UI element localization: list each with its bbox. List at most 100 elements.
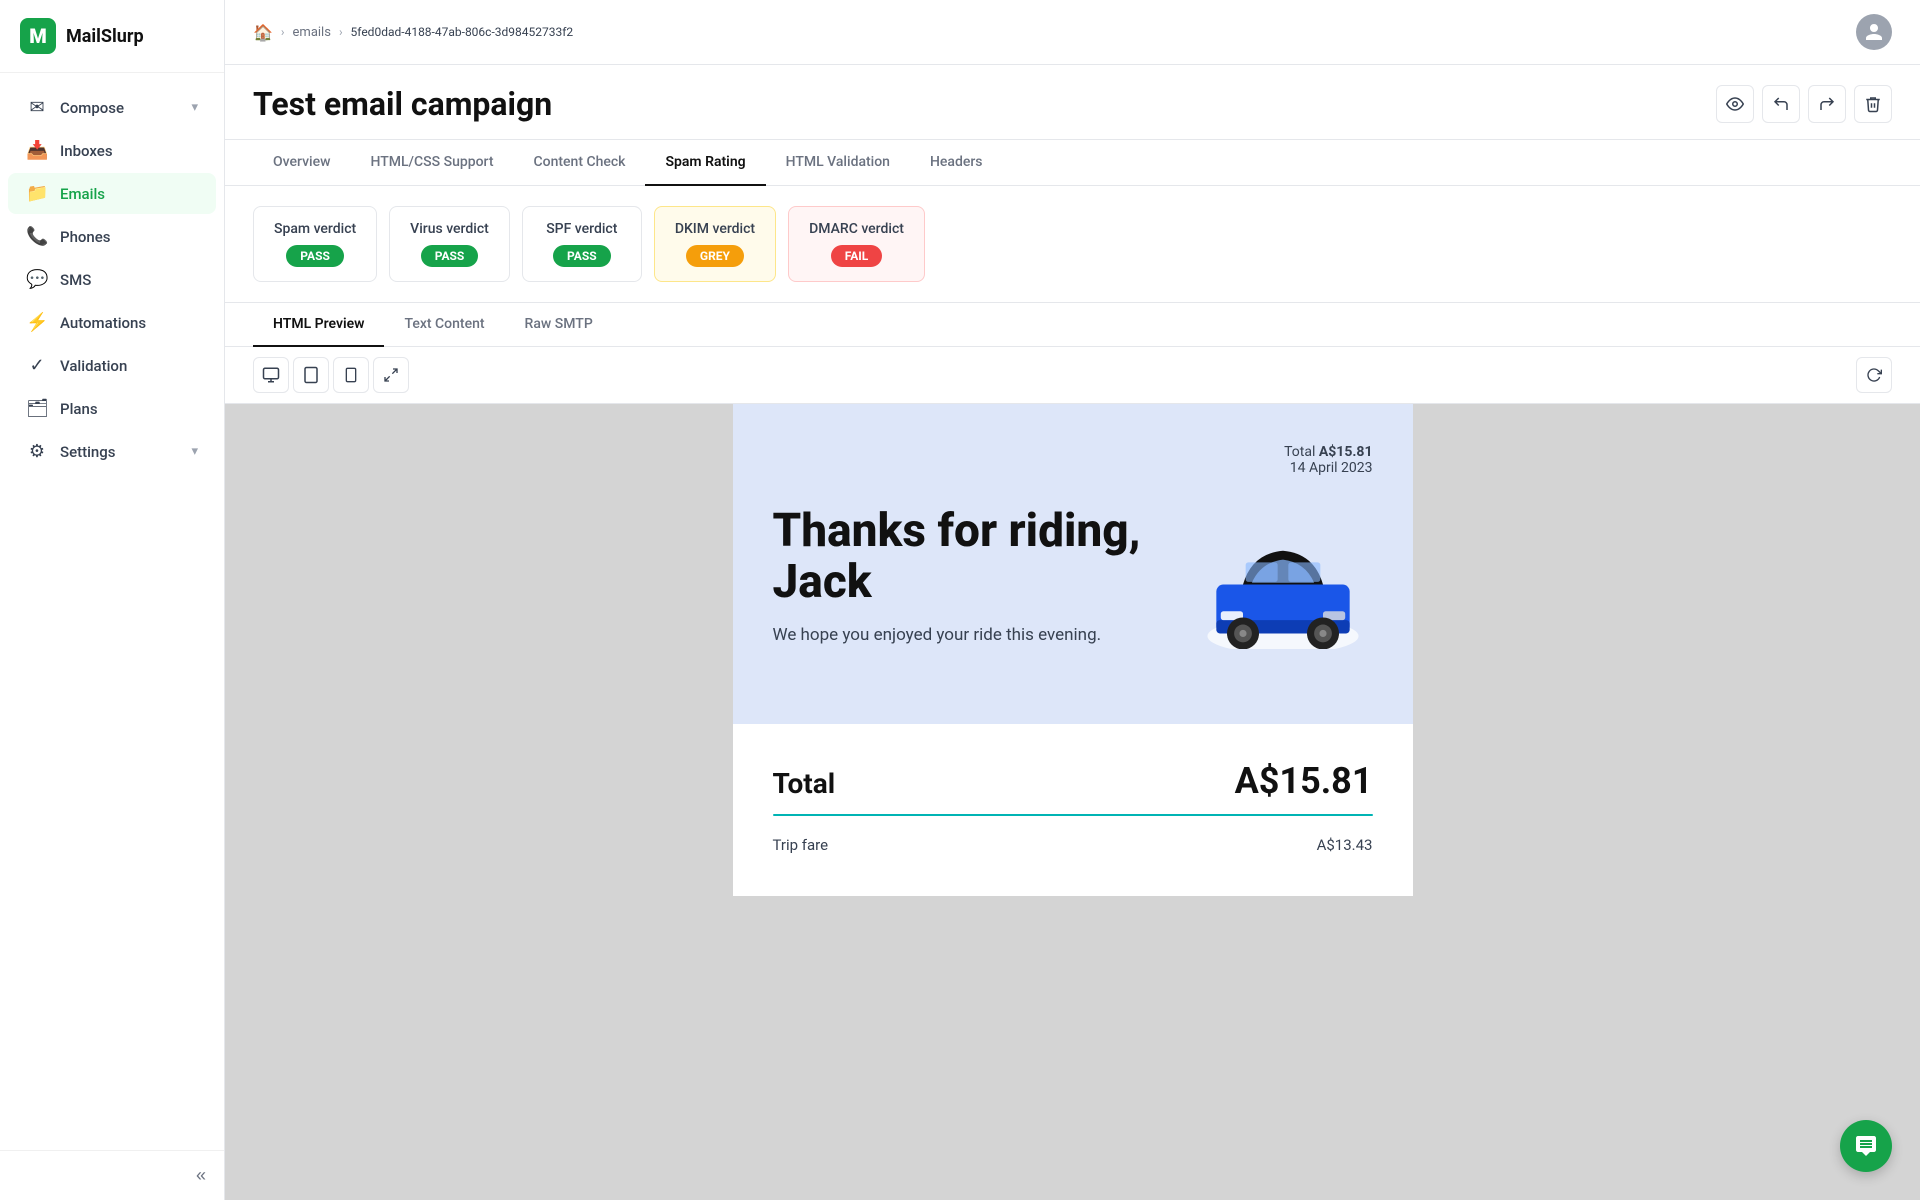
tab-raw-smtp[interactable]: Raw SMTP bbox=[505, 303, 613, 347]
dmarc-verdict-card: DMARC verdict FAIL bbox=[788, 206, 925, 282]
tab-headers[interactable]: Headers bbox=[910, 140, 1003, 186]
fullscreen-button[interactable] bbox=[373, 357, 409, 393]
virus-verdict-badge: PASS bbox=[421, 245, 479, 267]
car-illustration bbox=[1193, 529, 1373, 649]
forward-button[interactable] bbox=[1808, 85, 1846, 123]
collapse-sidebar-button[interactable]: « bbox=[196, 1165, 206, 1186]
email-hero: Total A$15.81 14 April 2023 Thanks for r… bbox=[733, 404, 1413, 724]
sms-icon: 💬 bbox=[26, 269, 48, 290]
sidebar-item-inboxes[interactable]: 📥 Inboxes bbox=[8, 130, 216, 171]
sidebar-footer: « bbox=[0, 1150, 224, 1200]
verdict-row: Spam verdict PASS Virus verdict PASS SPF… bbox=[225, 186, 1920, 303]
sidebar-label-validation: Validation bbox=[60, 357, 127, 375]
refresh-button[interactable] bbox=[1856, 357, 1892, 393]
tab-overview[interactable]: Overview bbox=[253, 140, 350, 186]
spf-verdict-label: SPF verdict bbox=[546, 221, 617, 237]
breadcrumb-separator-1: › bbox=[281, 25, 285, 39]
device-icons bbox=[253, 357, 409, 393]
tab-html-css[interactable]: HTML/CSS Support bbox=[350, 140, 513, 186]
sidebar-label-emails: Emails bbox=[60, 185, 105, 203]
spf-verdict-badge: PASS bbox=[553, 245, 611, 267]
dkim-verdict-badge: GREY bbox=[686, 245, 744, 267]
home-icon[interactable]: 🏠 bbox=[253, 23, 273, 42]
tab-html-preview[interactable]: HTML Preview bbox=[253, 303, 384, 347]
validation-icon: ✓ bbox=[26, 355, 48, 376]
email-hero-text: Thanks for riding, Jack We hope you enjo… bbox=[773, 506, 1193, 649]
page-title: Test email campaign bbox=[253, 85, 552, 123]
desktop-view-button[interactable] bbox=[253, 357, 289, 393]
sidebar-item-validation[interactable]: ✓ Validation bbox=[8, 345, 216, 386]
device-bar bbox=[225, 347, 1920, 404]
sidebar-item-automations[interactable]: ⚡ Automations bbox=[8, 302, 216, 343]
email-content: Total A$15.81 14 April 2023 Thanks for r… bbox=[733, 404, 1413, 896]
main-content: 🏠 › emails › 5fed0dad-4188-47ab-806c-3d9… bbox=[225, 0, 1920, 1200]
main-tabs-bar: Overview HTML/CSS Support Content Check … bbox=[225, 140, 1920, 186]
email-hero-content: Thanks for riding, Jack We hope you enjo… bbox=[773, 506, 1373, 649]
page-header: Test email campaign bbox=[225, 65, 1920, 140]
sidebar-nav: ✉ Compose ▾ 📥 Inboxes 📁 Emails 📞 Phones … bbox=[0, 73, 224, 1150]
email-subtext: We hope you enjoyed your ride this eveni… bbox=[773, 623, 1193, 649]
tablet-view-button[interactable] bbox=[293, 357, 329, 393]
sidebar-item-phones[interactable]: 📞 Phones bbox=[8, 216, 216, 257]
sidebar-label-inboxes: Inboxes bbox=[60, 142, 113, 160]
sidebar-label-sms: SMS bbox=[60, 271, 91, 289]
email-preview-wrapper: Total A$15.81 14 April 2023 Thanks for r… bbox=[733, 404, 1413, 1200]
email-total-amount: A$15.81 bbox=[1235, 760, 1373, 802]
topbar: 🏠 › emails › 5fed0dad-4188-47ab-806c-3d9… bbox=[225, 0, 1920, 65]
sidebar-label-settings: Settings bbox=[60, 443, 116, 461]
logo-name: MailSlurp bbox=[66, 26, 144, 47]
delete-button[interactable] bbox=[1854, 85, 1892, 123]
sidebar-item-plans[interactable]: 🗂 Plans bbox=[8, 388, 216, 429]
reply-button[interactable] bbox=[1762, 85, 1800, 123]
spf-verdict-card: SPF verdict PASS bbox=[522, 206, 642, 282]
dkim-verdict-card: DKIM verdict GREY bbox=[654, 206, 776, 282]
sidebar-item-settings[interactable]: ⚙ Settings ▾ bbox=[8, 431, 216, 472]
settings-icon: ⚙ bbox=[26, 441, 48, 462]
view-button[interactable] bbox=[1716, 85, 1754, 123]
sidebar-item-compose[interactable]: ✉ Compose ▾ bbox=[8, 87, 216, 128]
virus-verdict-card: Virus verdict PASS bbox=[389, 206, 510, 282]
sidebar-label-phones: Phones bbox=[60, 228, 111, 246]
email-total-label: Total bbox=[773, 767, 836, 800]
sidebar-label-compose: Compose bbox=[60, 99, 124, 117]
email-meta: Total A$15.81 14 April 2023 bbox=[773, 444, 1373, 476]
tab-html-validation[interactable]: HTML Validation bbox=[766, 140, 910, 186]
email-meta-amount: A$15.81 bbox=[1319, 444, 1373, 460]
chevron-down-icon-settings: ▾ bbox=[191, 444, 198, 459]
dmarc-verdict-label: DMARC verdict bbox=[809, 221, 904, 237]
inboxes-icon: 📥 bbox=[26, 140, 48, 161]
chat-bubble-button[interactable] bbox=[1840, 1120, 1892, 1172]
sidebar-item-emails[interactable]: 📁 Emails bbox=[8, 173, 216, 214]
sidebar: M MailSlurp ✉ Compose ▾ 📥 Inboxes 📁 Emai… bbox=[0, 0, 225, 1200]
mobile-view-button[interactable] bbox=[333, 357, 369, 393]
sidebar-item-sms[interactable]: 💬 SMS bbox=[8, 259, 216, 300]
compose-icon: ✉ bbox=[26, 97, 48, 118]
dkim-verdict-label: DKIM verdict bbox=[675, 221, 755, 237]
tripfare-label: Trip fare bbox=[773, 836, 829, 854]
tripfare-amount: A$13.43 bbox=[1317, 836, 1373, 854]
emails-icon: 📁 bbox=[26, 183, 48, 204]
email-line-item-tripfare: Trip fare A$13.43 bbox=[773, 836, 1373, 854]
automations-icon: ⚡ bbox=[26, 312, 48, 333]
tab-text-content[interactable]: Text Content bbox=[384, 303, 504, 347]
spam-verdict-badge: PASS bbox=[286, 245, 344, 267]
header-actions bbox=[1716, 85, 1892, 123]
user-avatar[interactable] bbox=[1856, 14, 1892, 50]
email-divider bbox=[773, 814, 1373, 816]
preview-area: Total A$15.81 14 April 2023 Thanks for r… bbox=[225, 404, 1920, 1200]
email-total-row: Total A$15.81 bbox=[773, 760, 1373, 802]
chevron-down-icon: ▾ bbox=[191, 100, 198, 115]
email-meta-total-label: Total bbox=[1284, 444, 1319, 460]
tab-spam-rating[interactable]: Spam Rating bbox=[645, 140, 765, 186]
dmarc-verdict-badge: FAIL bbox=[831, 245, 883, 267]
spam-verdict-card: Spam verdict PASS bbox=[253, 206, 377, 282]
spam-verdict-label: Spam verdict bbox=[274, 221, 356, 237]
logo-icon: M bbox=[20, 18, 56, 54]
email-heading: Thanks for riding, Jack bbox=[773, 506, 1193, 607]
breadcrumb: 🏠 › emails › 5fed0dad-4188-47ab-806c-3d9… bbox=[253, 23, 573, 42]
phones-icon: 📞 bbox=[26, 226, 48, 247]
breadcrumb-emails-link[interactable]: emails bbox=[293, 25, 331, 40]
preview-tabs-bar: HTML Preview Text Content Raw SMTP bbox=[225, 303, 1920, 347]
plans-icon: 🗂 bbox=[26, 398, 48, 419]
tab-content-check[interactable]: Content Check bbox=[513, 140, 645, 186]
